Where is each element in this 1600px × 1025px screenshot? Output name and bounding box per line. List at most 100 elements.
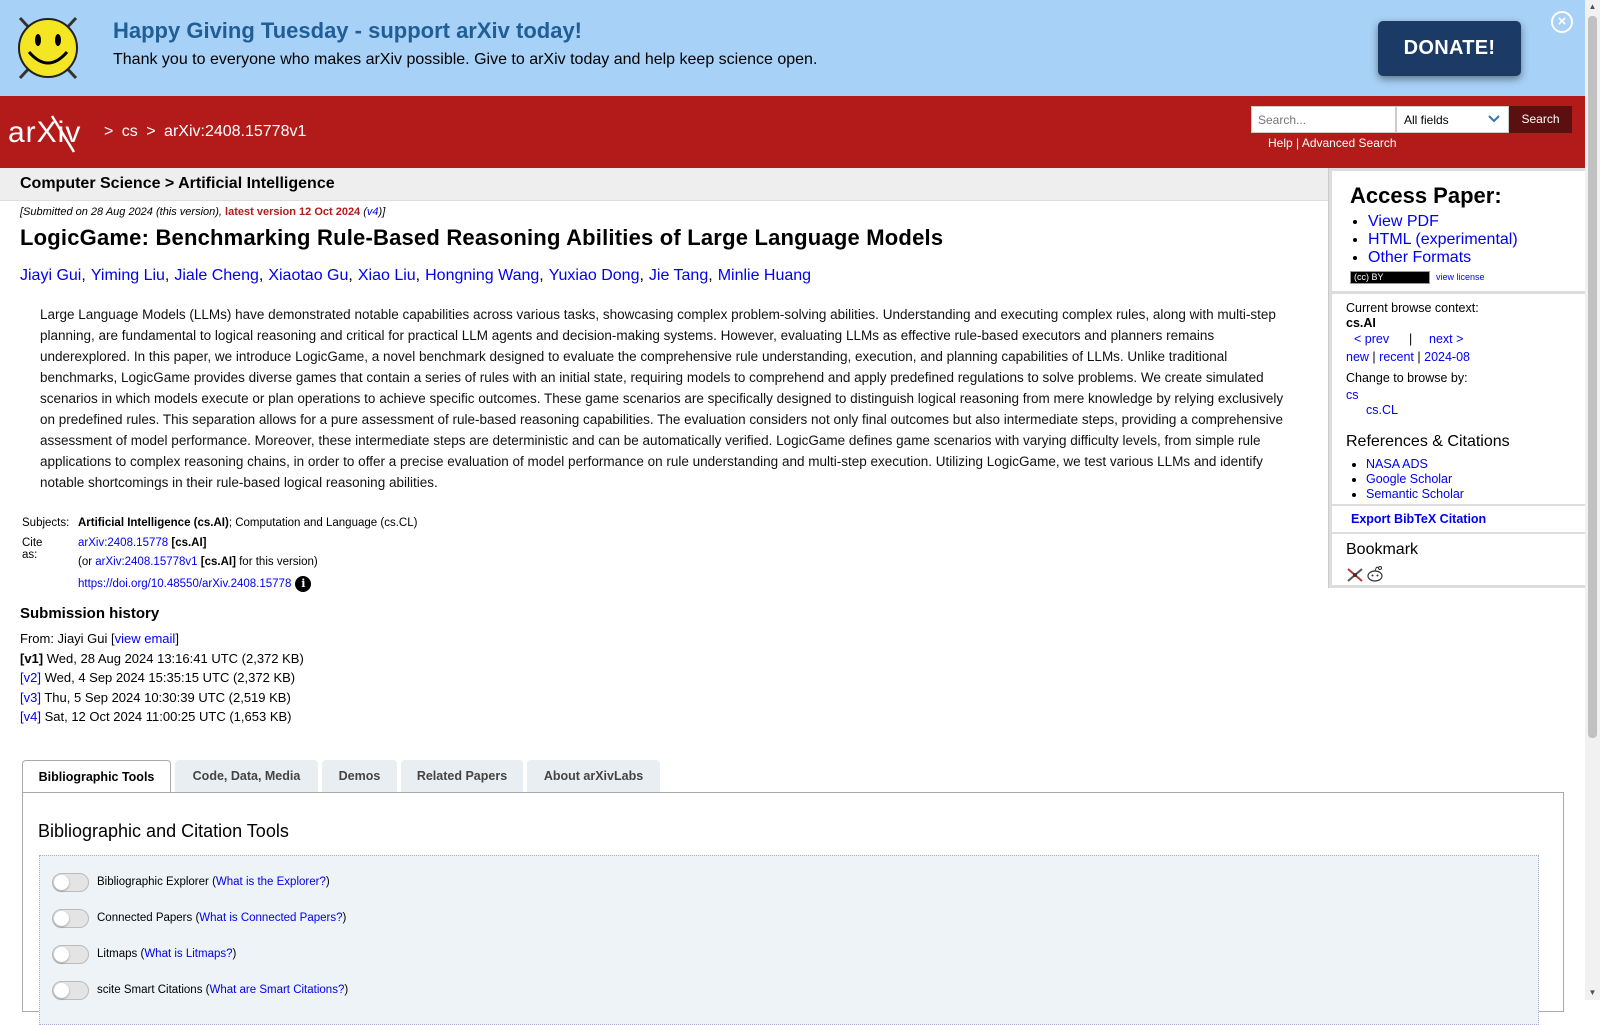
author-link[interactable]: Yiming Liu (91, 267, 165, 284)
page-scrollbar[interactable]: ▲ ▼ (1585, 0, 1600, 1000)
v4-link[interactable]: v4 (367, 206, 379, 218)
tool-help-link[interactable]: What is Litmaps? (144, 948, 232, 960)
right-sidebar: Access Paper: View PDF HTML (experimenta… (1328, 168, 1586, 588)
author-link[interactable]: Minlie Huang (718, 267, 811, 284)
cite-version-link[interactable]: arXiv:2408.15778v1 (95, 556, 197, 568)
submission-history: From: Jiayi Gui [view email] [v1] Wed, 2… (20, 629, 304, 727)
month-link[interactable]: 2024-08 (1424, 350, 1470, 364)
tool-paren: ) (344, 984, 349, 996)
tool-paren: ) (342, 912, 347, 924)
new-link[interactable]: new (1346, 350, 1369, 364)
references-box: References & Citations NASA ADS Google S… (1332, 424, 1586, 504)
tool-text: Connected Papers (What is Connected Pape… (97, 912, 346, 924)
cite-label: Cite as: (22, 536, 43, 561)
version-link[interactable]: [v2] (20, 670, 41, 685)
author-link[interactable]: Xiao Liu (358, 267, 416, 284)
toggle-switch[interactable] (52, 909, 89, 928)
tool-help-link[interactable]: What is the Explorer? (216, 876, 326, 888)
scroll-up-arrow[interactable]: ▲ (1588, 2, 1597, 11)
nav-separator: | (1409, 332, 1413, 346)
scrollbar-thumb[interactable] (1588, 16, 1597, 738)
search-button[interactable]: Search (1509, 106, 1572, 133)
toggle-switch[interactable] (52, 873, 89, 892)
tool-help-link[interactable]: What are Smart Citations? (209, 984, 344, 996)
primary-subject: Artificial Intelligence (cs.AI) (78, 517, 229, 529)
other-formats-link[interactable]: Other Formats (1368, 249, 1471, 266)
info-icon[interactable]: i (295, 575, 312, 592)
author-list: Jiayi Gui, Yiming Liu, Jiale Cheng, Xiaotao… (20, 267, 811, 285)
search-field-select[interactable]: All fields (1396, 106, 1509, 133)
help-link[interactable]: Help (1268, 136, 1293, 150)
access-paper-box: Access Paper: View PDF HTML (experimenta… (1332, 171, 1586, 291)
tab-bibliographic-tools[interactable]: Bibliographic Tools (22, 760, 171, 794)
author-separator: , (258, 267, 264, 284)
chevron-down-icon (1488, 115, 1500, 123)
tab-related-papers[interactable]: Related Papers (401, 760, 523, 792)
tool-text: Litmaps (What is Litmaps?) (97, 948, 236, 960)
close-icon[interactable]: × (1551, 11, 1573, 33)
nasa-ads-link[interactable]: NASA ADS (1366, 457, 1428, 471)
tool-name: Litmaps (97, 948, 138, 960)
tools-heading: Bibliographic and Citation Tools (38, 821, 289, 841)
search-links: Help | Advanced Search (1268, 136, 1397, 150)
toggle-switch[interactable] (52, 945, 89, 964)
view-pdf-link[interactable]: View PDF (1368, 213, 1439, 230)
bookmark-heading: Bookmark (1346, 541, 1419, 558)
export-box: Export BibTeX Citation (1332, 506, 1586, 532)
browse-cscl-link[interactable]: cs.CL (1366, 403, 1398, 417)
search-field-value: All fields (1404, 113, 1449, 127)
author-link[interactable]: Xiaotao Gu (268, 267, 348, 284)
breadcrumb-cs[interactable]: cs (122, 123, 138, 140)
html-link[interactable]: HTML (experimental) (1368, 231, 1518, 248)
tool-paren: ) (232, 948, 237, 960)
banner-text: Thank you to everyone who makes arXiv po… (113, 51, 818, 68)
subjects-value: Artificial Intelligence (cs.AI); Computa… (78, 517, 417, 529)
tab-about-arxivlabs[interactable]: About arXivLabs (527, 760, 660, 792)
breadcrumb-sep: > (146, 123, 156, 140)
tool-paren: ( (208, 876, 216, 888)
cite-version-value: (or arXiv:2408.15778v1 [cs.AI] for this … (78, 556, 318, 568)
doi-value: https://doi.org/10.48550/arXiv.2408.1577… (78, 575, 312, 592)
cite-version-post: for this version) (235, 556, 318, 568)
author-link[interactable]: Jiayi Gui (20, 267, 81, 284)
version-link[interactable]: [v4] (20, 709, 41, 724)
author-link[interactable]: Jiale Cheng (174, 267, 259, 284)
browse-context-label: Current browse context: (1346, 301, 1479, 315)
reddit-icon[interactable] (1366, 565, 1384, 583)
donate-button[interactable]: DONATE! (1378, 21, 1521, 76)
paper-title: LogicGame: Benchmarking Rule-Based Reaso… (20, 225, 944, 250)
tool-name: Connected Papers (97, 912, 193, 924)
tab-panel: Bibliographic and Citation Tools Bibliog… (22, 792, 1564, 1025)
author-separator: , (539, 267, 544, 284)
bibsonomy-icon[interactable] (1346, 567, 1364, 583)
view-license-link[interactable]: view license (1436, 272, 1485, 282)
export-bibtex-link[interactable]: Export BibTeX Citation (1351, 512, 1486, 526)
doi-link[interactable]: https://doi.org/10.48550/arXiv.2408.1577… (78, 578, 291, 590)
version-link[interactable]: [v3] (20, 690, 41, 705)
advanced-search-link[interactable]: Advanced Search (1302, 136, 1397, 150)
tab-demos[interactable]: Demos (322, 760, 397, 792)
author-link[interactable]: Yuxiao Dong (549, 267, 640, 284)
cc-license-badge[interactable]: (cc) BY (1350, 271, 1430, 284)
recent-link[interactable]: recent (1379, 350, 1414, 364)
arxiv-logo[interactable]: arXiv (8, 112, 102, 154)
tab-code-data-media[interactable]: Code, Data, Media (175, 760, 318, 792)
scroll-down-arrow[interactable]: ▼ (1588, 988, 1597, 997)
prev-link[interactable]: < prev (1354, 332, 1389, 346)
cite-id-link[interactable]: arXiv:2408.15778 (78, 537, 168, 549)
history-from-post: ] (175, 631, 179, 646)
version-date: Thu, 5 Sep 2024 10:30:39 UTC (2,519 KB) (44, 689, 291, 705)
semantic-scholar-link[interactable]: Semantic Scholar (1366, 487, 1464, 501)
references-heading: References & Citations (1346, 433, 1510, 450)
author-link[interactable]: Hongning Wang (425, 267, 539, 284)
search-input[interactable]: Search... (1251, 106, 1396, 133)
next-link[interactable]: next > (1429, 332, 1463, 346)
google-scholar-link[interactable]: Google Scholar (1366, 472, 1452, 486)
view-email-link[interactable]: view email (115, 631, 176, 646)
author-separator: , (348, 267, 353, 284)
tool-help-link[interactable]: What is Connected Papers? (199, 912, 342, 924)
browse-cs-link[interactable]: cs (1346, 388, 1359, 402)
link-separator: | (1296, 136, 1300, 150)
author-link[interactable]: Jie Tang (649, 267, 708, 284)
toggle-switch[interactable] (52, 981, 89, 1000)
